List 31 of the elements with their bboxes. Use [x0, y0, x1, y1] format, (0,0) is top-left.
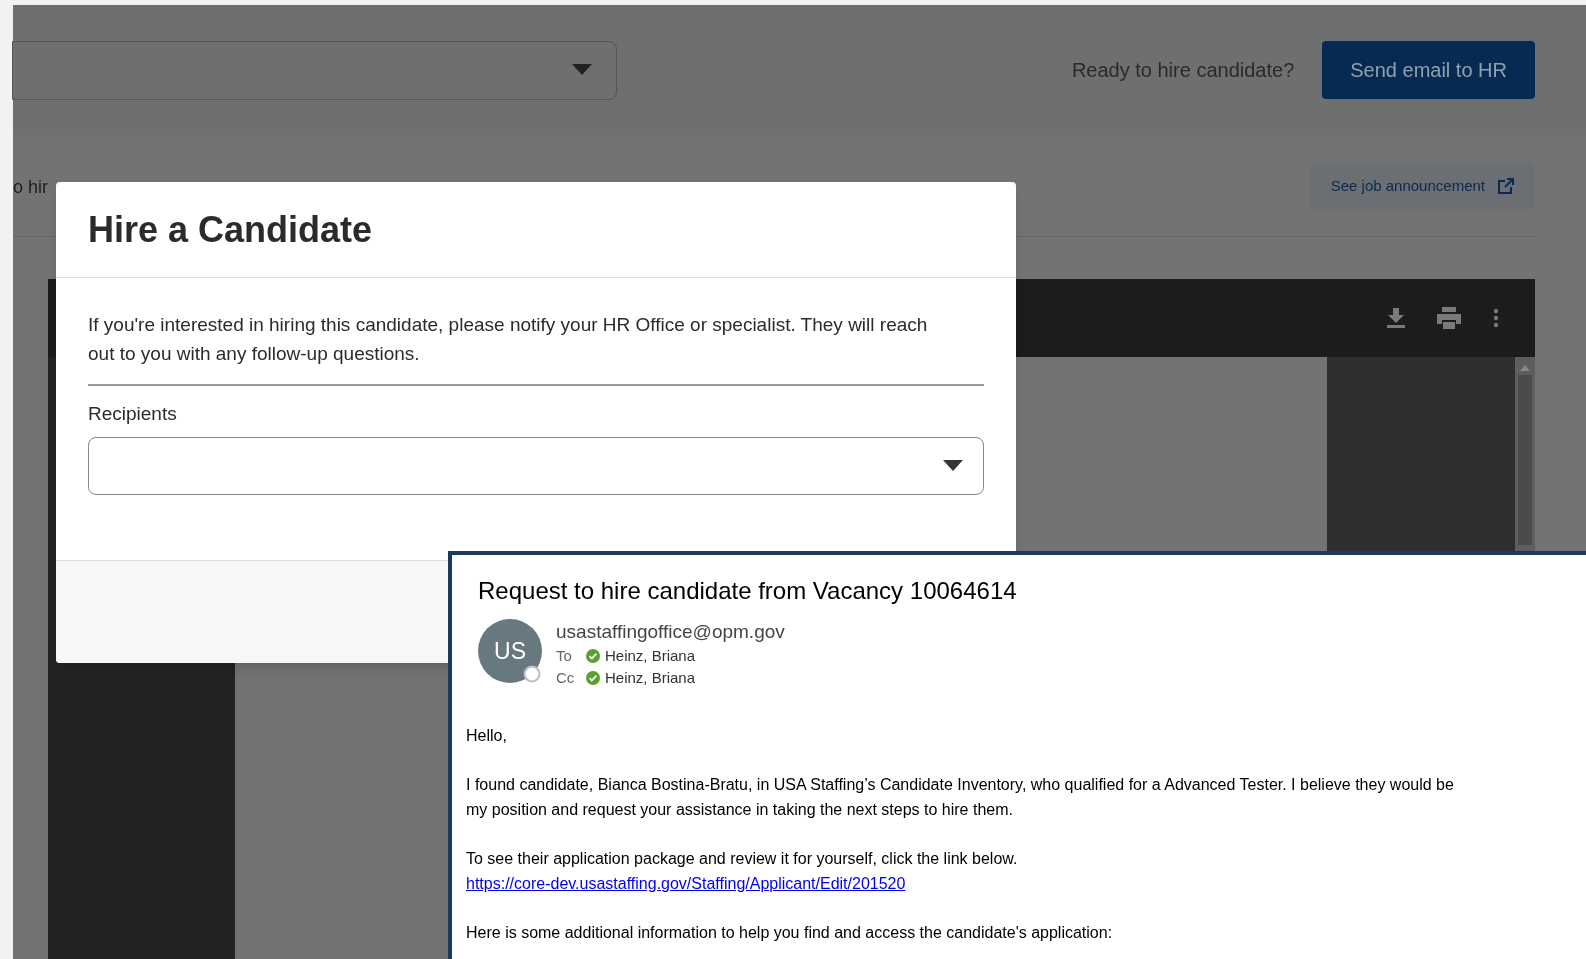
application-link[interactable]: https://core-dev.usastaffing.gov/Staffing/Applicant/Edit/201520 [466, 871, 906, 896]
recipient-label: To [556, 646, 573, 666]
recipients-label: Recipients [88, 402, 177, 426]
info-text: o hir [13, 176, 48, 199]
caret-icon [572, 64, 592, 76]
recipient-name: Heinz, Briana [605, 646, 696, 666]
recipient-name: Heinz, Briana [605, 668, 696, 688]
sender-address: usastaffingoffice@opm.gov [556, 620, 785, 644]
email-text: my position and request your assistance in taking the next steps to hire them. [466, 800, 1014, 820]
print-icon[interactable] [1437, 307, 1461, 329]
more-icon[interactable] [1493, 308, 1499, 328]
modal-title: Hire a Candidate [88, 207, 373, 252]
check-circle-icon [586, 649, 600, 663]
download-icon[interactable] [1387, 308, 1405, 328]
job-announcement-link[interactable]: See job announcement [1310, 163, 1535, 209]
caret-icon [943, 459, 963, 472]
email-text: To see their application package and review it for yourself, click the link below. [466, 849, 1019, 869]
hire-prompt: Ready to hire candidate? [1071, 58, 1295, 83]
email-text: Hello, [466, 726, 508, 746]
email-subject: Request to hire candidate from Vacancy 10064614 [478, 576, 1017, 606]
presence-icon [523, 665, 541, 683]
modal-description: If you're interested in hiring this candidate, please notify your HR Office or specialist. They will reach out to you with any follow-up questions. [88, 310, 984, 386]
recipient-label: Cc [556, 668, 576, 688]
check-circle-icon [586, 671, 600, 685]
external-link-icon [1497, 177, 1515, 195]
email-text: I found candidate, Bianca Bostina-Bratu, in USA Staffing’s Candidate Inventory, who qualified for a Advanced Tester. I believe they would be [466, 775, 1454, 795]
avatar: US [478, 619, 542, 683]
send-email-button[interactable]: Send email to HR [1322, 41, 1535, 99]
scroll-up-icon[interactable] [1520, 365, 1530, 371]
email-text: Here is some additional information to help you find and access the candidate's application: [466, 923, 1114, 943]
recipients-select[interactable] [88, 436, 984, 495]
